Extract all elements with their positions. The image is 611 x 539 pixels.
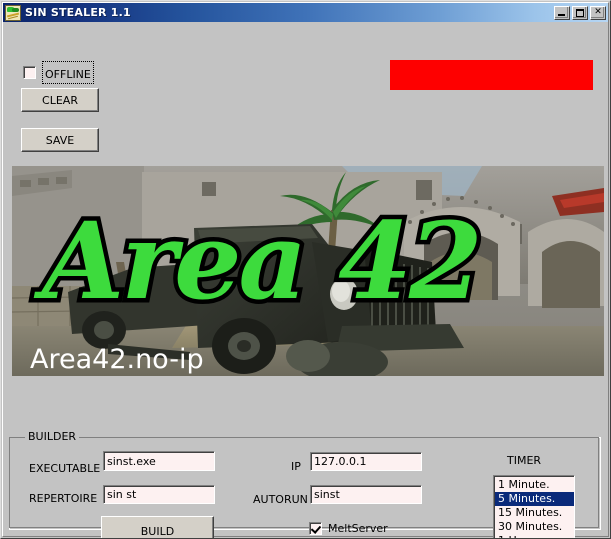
save-button-label: SAVE bbox=[45, 133, 75, 147]
ip-input[interactable]: 127.0.0.1 bbox=[310, 452, 422, 471]
offline-label: OFFLINE bbox=[45, 68, 91, 81]
meltserver-checkbox[interactable] bbox=[309, 522, 322, 535]
svg-text:Area 42: Area 42 bbox=[33, 198, 480, 323]
application-window: SIN STEALER 1.1 ✕ OFFLINE CLEAR SAVE Are… bbox=[0, 0, 611, 539]
meltserver-label: MeltServer bbox=[328, 522, 388, 535]
builder-legend: BUILDER bbox=[25, 430, 80, 443]
autorun-label: AUTORUN bbox=[253, 493, 308, 506]
autorun-input[interactable]: sinst bbox=[310, 485, 422, 504]
banner-caption: Area42.no-ip bbox=[30, 344, 204, 375]
banner-image: Area 42 Area42.no-ip bbox=[12, 166, 604, 376]
offline-checkbox-row[interactable]: OFFLINE bbox=[23, 61, 94, 84]
autorun-value: sinst bbox=[314, 488, 340, 501]
offline-checkbox[interactable] bbox=[23, 66, 36, 79]
executable-value: sinst.exe bbox=[107, 454, 156, 468]
timer-option[interactable]: 5 Minutes. bbox=[495, 492, 574, 506]
build-button-label: BUILD bbox=[140, 524, 175, 538]
save-button[interactable]: SAVE bbox=[21, 128, 99, 152]
clear-button[interactable]: CLEAR bbox=[21, 88, 99, 112]
ip-value: 127.0.0.1 bbox=[314, 455, 367, 468]
offline-label-focus-rect: OFFLINE bbox=[42, 61, 94, 84]
maximize-button[interactable] bbox=[572, 5, 588, 20]
minimize-button[interactable] bbox=[554, 5, 570, 20]
timer-option[interactable]: 1 Heure. bbox=[495, 534, 574, 538]
app-icon bbox=[5, 4, 21, 21]
close-icon: ✕ bbox=[594, 7, 602, 17]
close-button[interactable]: ✕ bbox=[590, 5, 606, 20]
client-area: OFFLINE CLEAR SAVE Area 42 Area42.no-ip … bbox=[3, 23, 608, 538]
repertoire-label: REPERTOIRE bbox=[29, 492, 98, 505]
repertoire-input[interactable]: sin st bbox=[103, 485, 215, 504]
title-bar[interactable]: SIN STEALER 1.1 ✕ bbox=[3, 3, 608, 22]
status-indicator bbox=[390, 60, 593, 90]
timer-option[interactable]: 15 Minutes. bbox=[495, 506, 574, 520]
build-button[interactable]: BUILD bbox=[101, 516, 214, 538]
executable-input[interactable]: sinst.exe bbox=[103, 451, 215, 471]
repertoire-value: sin st bbox=[107, 488, 137, 501]
banner-artwork: Area 42 Area42.no-ip bbox=[12, 166, 604, 376]
timer-title: TIMER bbox=[507, 454, 542, 467]
timer-option[interactable]: 30 Minutes. bbox=[495, 520, 574, 534]
banner-logo: Area 42 bbox=[29, 194, 488, 328]
executable-label: EXECUTABLE bbox=[29, 462, 101, 475]
title-bar-buttons: ✕ bbox=[554, 5, 606, 20]
timer-listbox[interactable]: 1 Minute. 5 Minutes. 15 Minutes. 30 Minutes… bbox=[493, 475, 575, 538]
ip-label: IP bbox=[291, 460, 301, 473]
window-title: SIN STEALER 1.1 bbox=[25, 6, 131, 19]
meltserver-checkbox-row[interactable]: MeltServer bbox=[309, 522, 388, 535]
timer-option[interactable]: 1 Minute. bbox=[495, 478, 574, 492]
clear-button-label: CLEAR bbox=[42, 93, 78, 107]
